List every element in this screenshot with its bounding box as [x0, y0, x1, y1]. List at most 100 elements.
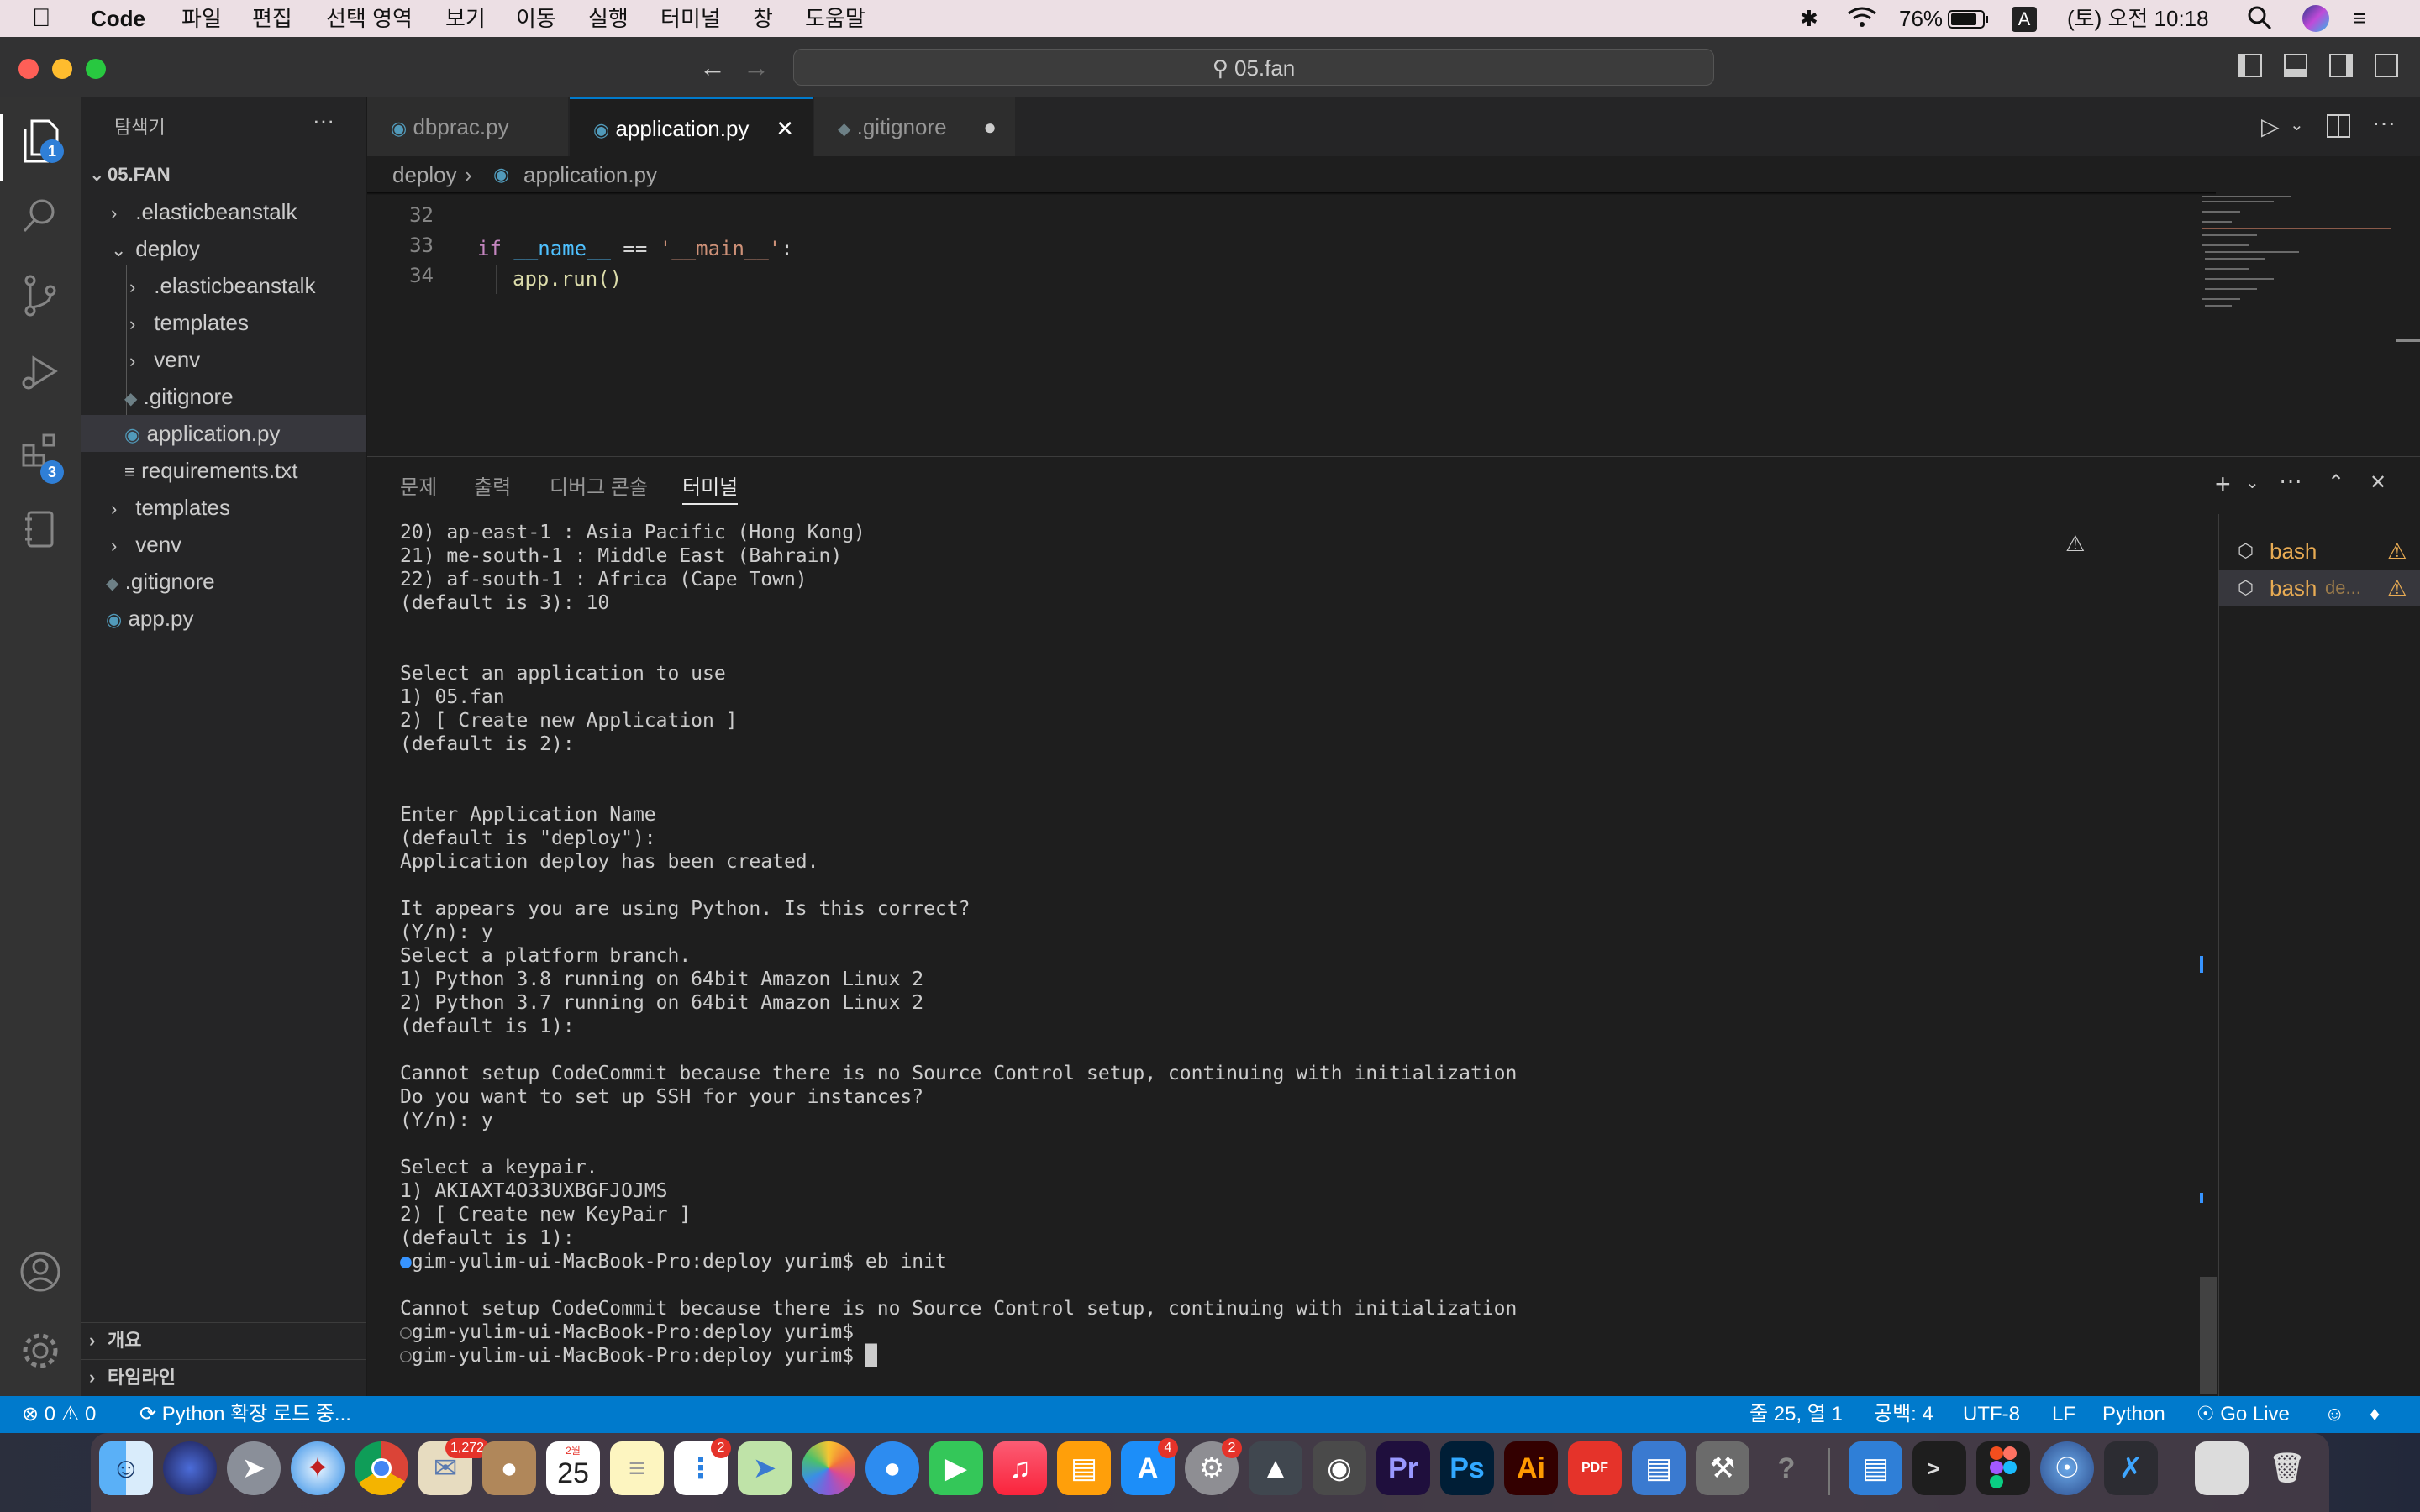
safari-icon[interactable]: ✦: [291, 1441, 345, 1495]
command-center-search[interactable]: ⚲ 05.fan: [793, 49, 1714, 86]
menu-go[interactable]: 이동: [516, 5, 556, 32]
activity-monitor-icon[interactable]: ▤: [1632, 1441, 1686, 1495]
chevron-down-icon[interactable]: ⌄: [2245, 472, 2260, 493]
terminal-app-icon[interactable]: >_: [1912, 1441, 1966, 1495]
run-debug-icon[interactable]: [17, 351, 64, 398]
illustrator-icon[interactable]: Ai: [1504, 1441, 1558, 1495]
menu-view[interactable]: 보기: [445, 5, 486, 32]
siri-icon[interactable]: [2302, 5, 2329, 32]
account-icon[interactable]: [17, 1250, 64, 1297]
tree-item-deploy-templates[interactable]: › templates: [129, 304, 249, 341]
menu-window[interactable]: 창: [753, 5, 773, 32]
tree-item-app-py[interactable]: ◉ app.py: [106, 600, 194, 637]
tree-item-elasticbeanstalk-root[interactable]: › .elasticbeanstalk: [111, 193, 297, 230]
calendar-icon[interactable]: 2월 25: [546, 1441, 600, 1495]
terminal-scrollbar-thumb[interactable]: [2200, 1277, 2217, 1394]
spotlight-icon[interactable]: [2247, 5, 2272, 36]
menu-file[interactable]: 파일: [182, 5, 222, 32]
workspace-root[interactable]: ⌄ 05.FAN: [89, 156, 171, 193]
run-file-icon[interactable]: ▷: [2261, 113, 2280, 140]
downloads-stack-icon[interactable]: [2195, 1441, 2249, 1495]
status-problems[interactable]: ⊗ 0 ⚠ 0: [22, 1396, 96, 1433]
tab-dbprac[interactable]: ◉ dbprac.py: [367, 97, 569, 156]
tree-item-deploy-venv[interactable]: › venv: [129, 341, 200, 378]
preview-icon[interactable]: ▲: [1249, 1441, 1302, 1495]
apple-icon[interactable]: : [32, 5, 51, 32]
facetime-icon[interactable]: ▶: [929, 1441, 983, 1495]
tree-item-templates[interactable]: › templates: [111, 489, 230, 526]
panel-tab-debug-console[interactable]: 디버그 콘솔: [550, 473, 648, 503]
close-tab-icon[interactable]: ✕: [776, 99, 794, 158]
figma-icon[interactable]: [1976, 1441, 2030, 1495]
photoshop-icon[interactable]: Ps: [1440, 1441, 1494, 1495]
menu-help[interactable]: 도움말: [805, 5, 865, 32]
panel-tab-terminal[interactable]: 터미널: [682, 473, 739, 505]
books-icon[interactable]: ▤: [1057, 1441, 1111, 1495]
menu-edit[interactable]: 편집: [252, 5, 292, 32]
siri-dock-icon[interactable]: [163, 1441, 217, 1495]
breadcrumb-file[interactable]: application.py: [523, 156, 657, 193]
more-actions-icon[interactable]: ···: [2372, 109, 2396, 136]
notes-icon[interactable]: ≡: [610, 1441, 664, 1495]
panel-tab-output[interactable]: 출력: [474, 473, 511, 503]
chrome-icon[interactable]: [355, 1441, 408, 1495]
minimap[interactable]: [2198, 193, 2400, 454]
finder-icon[interactable]: ☺: [99, 1441, 153, 1495]
settings-gear-icon[interactable]: [17, 1329, 64, 1376]
zoom-window-button[interactable]: [86, 59, 106, 79]
toggle-sidebar-icon[interactable]: [2238, 54, 2262, 77]
status-language[interactable]: Python: [2102, 1396, 2165, 1433]
explorer-more-actions[interactable]: ···: [313, 108, 334, 134]
bluetooth-icon[interactable]: ✱: [1800, 5, 1818, 32]
maximize-panel-icon[interactable]: ⌃: [2328, 470, 2344, 495]
premiere-pro-icon[interactable]: Pr: [1376, 1441, 1430, 1495]
remote-explorer-icon[interactable]: [17, 507, 64, 554]
tree-item-gitignore[interactable]: ◆ .gitignore: [106, 563, 215, 600]
forward-arrow-icon[interactable]: →: [743, 52, 770, 83]
control-center-icon[interactable]: ≡: [2353, 5, 2366, 32]
menubar-clock[interactable]: (토) 오전 10:18: [2067, 5, 2209, 32]
panel-tab-problems[interactable]: 문제: [400, 473, 437, 503]
status-eol[interactable]: LF: [2052, 1396, 2075, 1433]
tree-item-application-py[interactable]: ◉ application.py: [124, 415, 280, 452]
folder-stack-icon[interactable]: ▤: [1849, 1441, 1902, 1495]
maps-icon[interactable]: ➤: [738, 1441, 792, 1495]
terminal-tab-bash-1[interactable]: ⬡ bash ⚠: [2219, 533, 2420, 570]
split-editor-icon[interactable]: [2327, 114, 2350, 138]
wifi-icon[interactable]: [1845, 5, 1879, 36]
launchpad-icon[interactable]: ➤: [227, 1441, 281, 1495]
chevron-down-icon[interactable]: ⌄: [2290, 114, 2304, 135]
menu-terminal[interactable]: 터미널: [660, 5, 721, 32]
status-extension-loading[interactable]: ⟳ Python 확장 로드 중...: [139, 1396, 351, 1433]
toggle-secondary-sidebar-icon[interactable]: [2329, 54, 2353, 77]
music-icon[interactable]: ♫: [993, 1441, 1047, 1495]
trash-icon[interactable]: 🗑: [2260, 1441, 2314, 1495]
feedback-icon[interactable]: ☺: [2324, 1396, 2345, 1433]
tree-item-deploy-folder[interactable]: ⌄ deploy: [111, 230, 200, 267]
code-line-33[interactable]: if __name__ == '__main__':: [477, 234, 793, 264]
minimap-slider[interactable]: [2396, 339, 2420, 342]
more-actions-icon[interactable]: ···: [2279, 467, 2302, 494]
minimize-window-button[interactable]: [52, 59, 72, 79]
messages-icon[interactable]: ●: [865, 1441, 919, 1495]
menu-app-name[interactable]: Code: [91, 5, 145, 32]
timeline-section[interactable]: › 타임라인: [89, 1359, 176, 1396]
status-indentation[interactable]: 공백: 4: [1874, 1396, 1933, 1433]
unsaved-dot-icon[interactable]: ●: [983, 97, 997, 156]
status-cursor-position[interactable]: 줄 25, 열 1: [1749, 1396, 1843, 1433]
input-source-indicator[interactable]: A: [2012, 7, 2037, 32]
new-terminal-icon[interactable]: +: [2215, 469, 2231, 500]
close-panel-icon[interactable]: ✕: [2370, 470, 2386, 495]
tree-item-requirements[interactable]: ≡ requirements.txt: [124, 452, 297, 489]
contacts-icon[interactable]: ●: [482, 1441, 536, 1495]
help-icon[interactable]: ?: [1760, 1441, 1813, 1495]
customize-layout-icon[interactable]: [2375, 54, 2398, 77]
tab-gitignore[interactable]: ◆ .gitignore ●: [814, 97, 1016, 156]
tree-item-deploy-elasticbeanstalk[interactable]: › .elasticbeanstalk: [129, 267, 315, 304]
terminal-output[interactable]: 20) ap-east-1 : Asia Pacific (Hong Kong)…: [400, 521, 2198, 1394]
vscode-icon[interactable]: ✗: [2104, 1441, 2158, 1495]
code-line-34[interactable]: app.run(): [513, 264, 622, 294]
pdf-app-icon[interactable]: PDF: [1568, 1441, 1622, 1495]
network-utility-icon[interactable]: ☉: [2040, 1441, 2094, 1495]
search-icon[interactable]: [17, 195, 64, 242]
